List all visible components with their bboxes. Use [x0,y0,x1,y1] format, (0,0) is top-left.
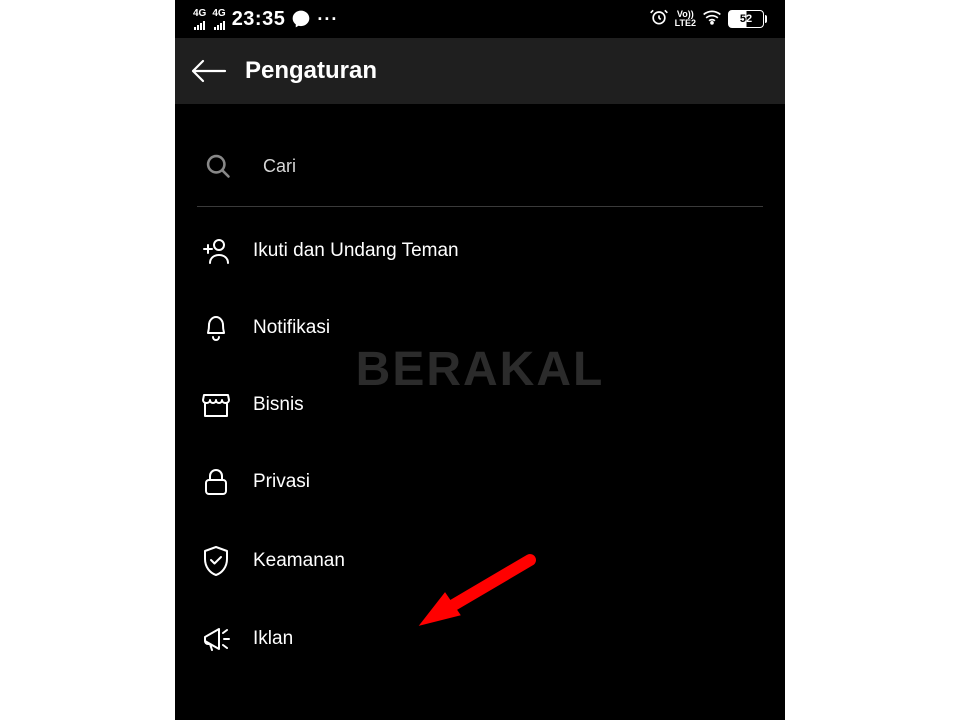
lock-icon [199,467,233,497]
search-placeholder: Cari [263,156,296,177]
menu-item-label: Keamanan [253,550,345,572]
menu-item-label: Bisnis [253,394,304,416]
menu-item-ads[interactable]: Iklan [197,601,763,677]
menu-item-label: Privasi [253,471,310,493]
volte-icon: Vo)) LTE2 [675,10,696,28]
add-person-icon [199,237,233,265]
shop-icon [199,391,233,419]
battery-icon: 52 [728,10,767,28]
menu-item-privacy[interactable]: Privasi [197,443,763,521]
alarm-icon [649,7,669,32]
menu-item-security[interactable]: Keamanan [197,521,763,601]
wifi-icon [702,9,722,30]
menu-item-label: Ikuti dan Undang Teman [253,240,459,262]
search-icon [201,152,235,180]
menu-item-label: Iklan [253,628,293,650]
signal-1-icon: 4G [193,9,206,30]
status-time: 23:35 [232,8,286,31]
menu-item-label: Notifikasi [253,317,330,339]
bell-icon [199,313,233,343]
phone-frame: 4G 4G 23:35 ··· Vo)) LTE2 [175,0,785,720]
menu-item-notifications[interactable]: Notifikasi [197,289,763,367]
menu-item-business[interactable]: Bisnis [197,367,763,443]
page-title: Pengaturan [245,57,377,85]
search-row[interactable]: Cari [197,134,763,207]
signal-2-icon: 4G [212,9,225,30]
shield-icon [199,545,233,577]
settings-menu: Ikuti dan Undang Teman Notifikasi Bisnis [197,207,763,677]
menu-item-invite[interactable]: Ikuti dan Undang Teman [197,213,763,289]
back-button[interactable] [189,57,227,85]
megaphone-icon [199,625,233,653]
settings-content: Cari Ikuti dan Undang Teman Notifikasi [175,104,785,720]
app-header: Pengaturan [175,38,785,104]
messenger-icon [291,9,311,29]
status-bar: 4G 4G 23:35 ··· Vo)) LTE2 [175,0,785,38]
more-icon: ··· [317,9,338,30]
